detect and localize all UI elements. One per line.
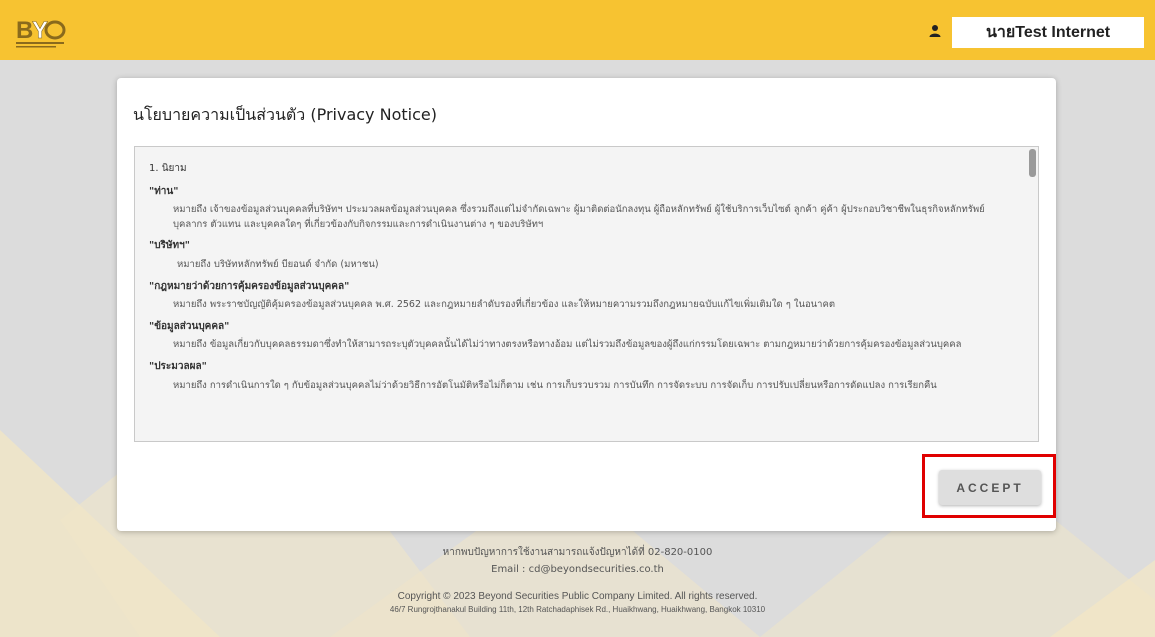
term-definition: หมายถึง เจ้าของข้อมูลส่วนบุคคลที่บริษัทฯ… bbox=[173, 204, 985, 230]
section-heading: 1. นิยาม bbox=[149, 163, 187, 174]
term-definition: หมายถึง พระราชบัญญัติคุ้มครองข้อมูลส่วนบ… bbox=[173, 299, 836, 311]
footer: หากพบปัญหาการใช้งานสามารถแจ้งปัญหาได้ที่… bbox=[0, 545, 1155, 614]
term-label: "กฎหมายว่าด้วยการคุ้มครองข้อมูลส่วนบุคคล… bbox=[149, 280, 350, 292]
accept-highlight-box: ACCEPT bbox=[922, 454, 1056, 518]
term-label: "ท่าน" bbox=[149, 185, 179, 197]
footer-email-line: Email : cd@beyondsecurities.co.th bbox=[491, 564, 664, 575]
privacy-notice-card: นโยบายความเป็นส่วนตัว (Privacy Notice) 1… bbox=[117, 78, 1056, 531]
privacy-content-scroll-area[interactable]: 1. นิยาม "ท่าน" หมายถึง เจ้าของข้อมูลส่ว… bbox=[134, 146, 1039, 442]
page-title: นโยบายความเป็นส่วนตัว (Privacy Notice) bbox=[133, 105, 437, 124]
term-definition: หมายถึง การดำเนินการใด ๆ กับข้อมูลส่วนบุ… bbox=[173, 379, 937, 391]
term-definition: หมายถึง บริษัทหลักทรัพย์ บียอนด์ จำกัด (… bbox=[177, 258, 379, 270]
scrollbar-thumb[interactable] bbox=[1029, 149, 1036, 177]
accept-button[interactable]: ACCEPT bbox=[939, 470, 1041, 505]
footer-contact-line: หากพบปัญหาการใช้งานสามารถแจ้งปัญหาได้ที่… bbox=[442, 547, 713, 558]
svg-text:B: B bbox=[16, 17, 33, 44]
top-header-bar: B Y นายTest Internet bbox=[0, 0, 1155, 60]
term-label: "ข้อมูลส่วนบุคคล" bbox=[149, 320, 230, 332]
term-label: "ประมวลผล" bbox=[149, 361, 207, 373]
footer-address: 46/7 Rungrojthanakul Building 11th, 12th… bbox=[389, 605, 766, 614]
user-name-label[interactable]: นายTest Internet bbox=[952, 17, 1144, 48]
footer-copyright: Copyright © 2023 Beyond Securities Publi… bbox=[397, 591, 758, 602]
term-definition: หมายถึง ข้อมูลเกี่ยวกับบุคคลธรรมดาซึ่งทำ… bbox=[173, 339, 962, 351]
beyond-securities-logo[interactable]: B Y bbox=[15, 12, 67, 50]
term-label: "บริษัทฯ" bbox=[149, 240, 190, 252]
user-icon bbox=[929, 25, 941, 37]
